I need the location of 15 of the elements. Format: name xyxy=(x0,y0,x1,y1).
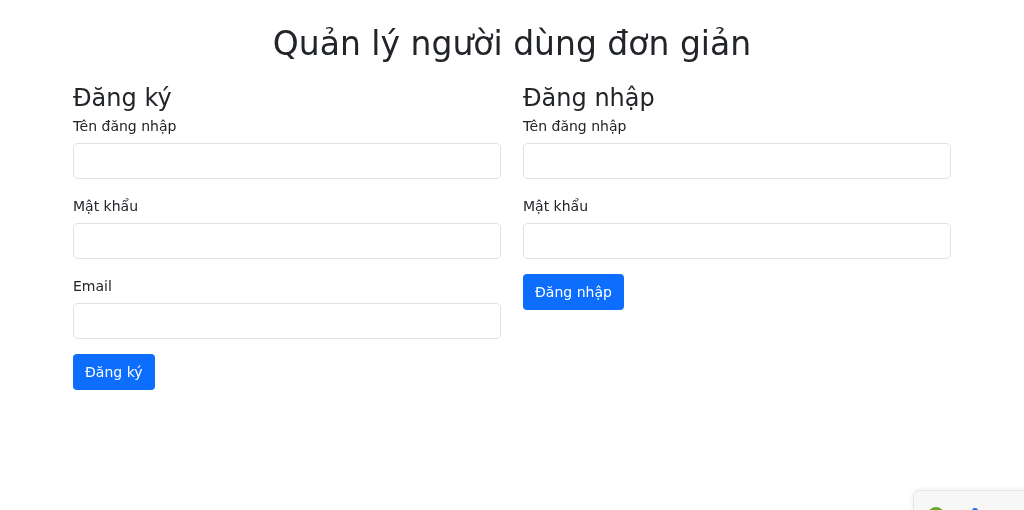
form-heading: Đăng nhập xyxy=(523,83,655,113)
submit-button[interactable]: Đăng nhập xyxy=(523,274,624,311)
field-label: Tên đăng nhập xyxy=(523,118,627,135)
input-field[interactable] xyxy=(523,223,951,260)
field-label: Tên đăng nhập xyxy=(73,118,177,135)
submit-button[interactable]: Đăng ký xyxy=(73,354,155,391)
input-field[interactable] xyxy=(523,143,951,180)
page-title: Quản lý người dùng đơn giản xyxy=(272,24,752,64)
form-heading: Đăng ký xyxy=(73,83,172,113)
input-field[interactable] xyxy=(73,143,501,180)
field-label: Mật khẩu xyxy=(73,198,139,215)
field-label: Email xyxy=(73,278,112,295)
input-field[interactable] xyxy=(73,303,501,340)
input-field[interactable] xyxy=(73,223,501,260)
field-label: Mật khẩu xyxy=(523,198,589,215)
